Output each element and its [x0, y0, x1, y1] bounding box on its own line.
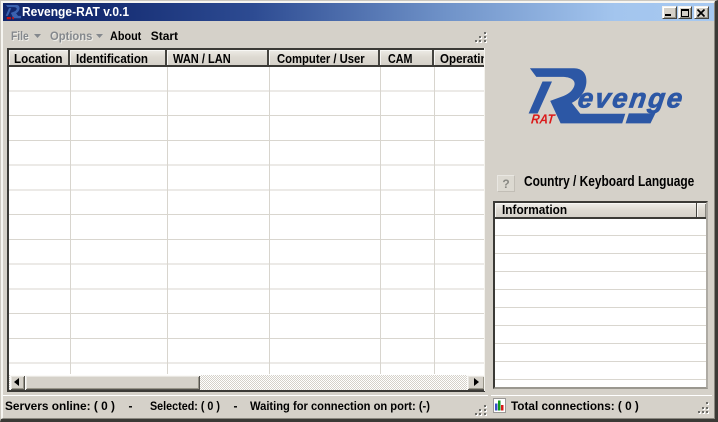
svg-text:evenge: evenge	[576, 82, 684, 113]
svg-text:RAT: RAT	[530, 111, 556, 126]
